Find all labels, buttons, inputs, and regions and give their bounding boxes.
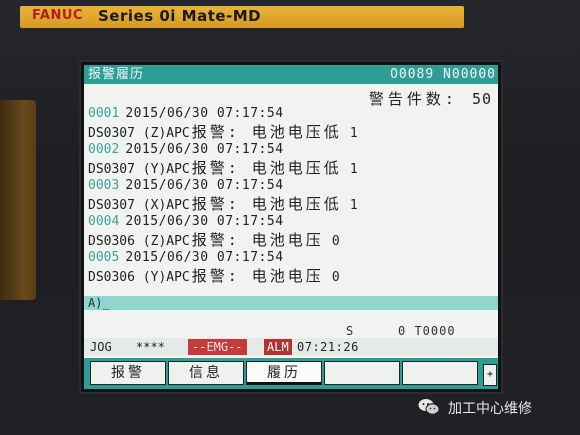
- alarm-badge: ALM: [264, 339, 292, 355]
- alarm-datetime: 2015/06/30 07:17:54: [125, 250, 284, 265]
- message-area: [84, 310, 498, 324]
- softkey-message[interactable]: 信息: [168, 361, 244, 385]
- alarm-datetime: 2015/06/30 07:17:54: [125, 106, 284, 121]
- softkey-4[interactable]: [324, 361, 400, 385]
- alarm-datetime: 2015/06/30 07:17:54: [125, 178, 284, 193]
- spindle-label: S: [346, 324, 354, 338]
- alarm-message: 报警: 电池电压: [191, 267, 324, 285]
- watermark-text: 加工中心维修: [448, 401, 532, 417]
- key-input-buffer: A)_: [88, 296, 110, 310]
- alarm-value: 1: [349, 162, 358, 177]
- alarm-value: 0: [331, 270, 340, 285]
- run-status: ****: [136, 340, 165, 354]
- spindle-tool-readout: 0 T0000: [398, 324, 456, 338]
- alarm-value: 1: [349, 126, 358, 141]
- alarm-code: DS0307 (Z)APC: [88, 126, 190, 141]
- alarm-message: 报警: 电池电压低: [191, 123, 342, 141]
- program-number: O0089 N00000: [390, 67, 496, 82]
- alarm-number: 0004: [88, 214, 120, 229]
- alarm-history-list: 0001 2015/06/30 07:17:54 DS0307 (Z)APC 报警:…: [88, 105, 496, 285]
- softkey-alarm[interactable]: 报警: [90, 361, 166, 385]
- alarm-number: 0001: [88, 106, 120, 121]
- alarm-entry-header: 0004 2015/06/30 07:17:54: [88, 213, 496, 231]
- alarm-datetime: 2015/06/30 07:17:54: [125, 142, 284, 157]
- softkey-bar: 报警 信息 履历 +: [84, 358, 498, 389]
- brand-strip: FANUC Series 0i Mate-MD: [20, 6, 464, 28]
- alarm-entry-detail: DS0307 (Z)APC 报警: 电池电压低 1: [88, 123, 496, 141]
- alarm-code: DS0307 (Y)APC: [88, 162, 190, 177]
- alarm-entry-detail: DS0307 (X)APC 报警: 电池电压低 1: [88, 195, 496, 213]
- clock: 07:21:26: [297, 340, 359, 354]
- status-upper: S 0 T0000: [84, 324, 498, 338]
- alarm-code: DS0306 (Y)APC: [88, 270, 190, 285]
- alarm-entry-detail: DS0306 (Y)APC 报警: 电池电压 0: [88, 267, 496, 285]
- alarm-message: 报警: 电池电压: [191, 231, 324, 249]
- softkey-5[interactable]: [402, 361, 478, 385]
- alarm-code: DS0306 (Z)APC: [88, 234, 190, 249]
- wechat-icon: [418, 399, 440, 415]
- alarm-message: 报警: 电池电压低: [191, 195, 342, 213]
- alarm-number: 0002: [88, 142, 120, 157]
- softkey-next-icon[interactable]: +: [483, 364, 497, 386]
- alarm-code: DS0307 (X)APC: [88, 198, 190, 213]
- alarm-message: 报警: 电池电压低: [191, 159, 342, 177]
- alarm-datetime: 2015/06/30 07:17:54: [125, 214, 284, 229]
- fanuc-logo: FANUC: [32, 8, 83, 23]
- title-bar: 报警履历 O0089 N00000: [84, 65, 498, 84]
- alarm-entry-header: 0002 2015/06/30 07:17:54: [88, 141, 496, 159]
- status-bar: JOG **** --EMG-- ALM 07:21:26: [84, 338, 498, 356]
- screen-title: 报警履历: [88, 67, 145, 82]
- side-panel: [0, 100, 36, 300]
- softkey-history[interactable]: 履历: [246, 361, 322, 385]
- mode-indicator: JOG: [90, 340, 112, 354]
- alarm-value: 1: [349, 198, 358, 213]
- alarm-entry-header: 0005 2015/06/30 07:17:54: [88, 249, 496, 267]
- alarm-entry-header: 0001 2015/06/30 07:17:54: [88, 105, 496, 123]
- alarm-entry-header: 0003 2015/06/30 07:17:54: [88, 177, 496, 195]
- alarm-entry-detail: DS0306 (Z)APC 报警: 电池电压 0: [88, 231, 496, 249]
- key-input-line[interactable]: A)_: [84, 296, 498, 310]
- cnc-screen: 报警履历 O0089 N00000 警告件数: 50 0001 2015/06/30…: [84, 65, 498, 389]
- series-label: Series 0i Mate-MD: [98, 7, 262, 25]
- alarm-number: 0003: [88, 178, 120, 193]
- alarm-number: 0005: [88, 250, 120, 265]
- alarm-entry-detail: DS0307 (Y)APC 报警: 电池电压低 1: [88, 159, 496, 177]
- emergency-badge: --EMG--: [188, 339, 247, 355]
- alarm-value: 0: [331, 234, 340, 249]
